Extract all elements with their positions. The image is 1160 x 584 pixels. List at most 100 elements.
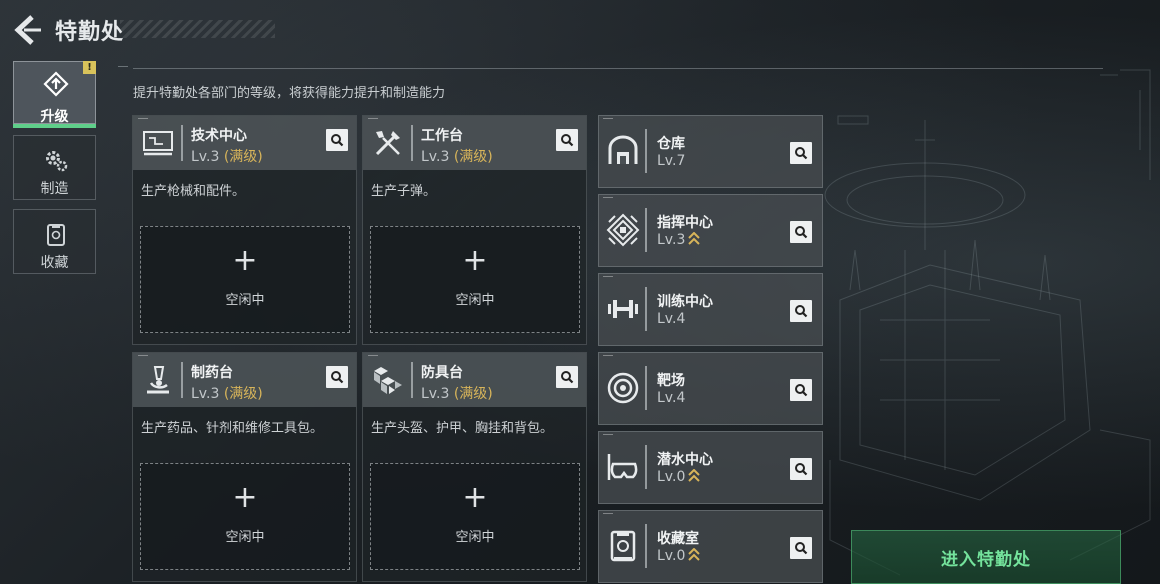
dumbbell-icon — [608, 300, 638, 318]
item-separator — [645, 366, 647, 410]
corner-mark — [368, 355, 378, 358]
production-slot[interactable]: + 空闲中 — [140, 463, 350, 570]
enter-button-label: 进入特勤处 — [941, 550, 1031, 570]
back-arrow-icon[interactable] — [12, 14, 42, 46]
max-level-tag: (满级) — [453, 386, 493, 402]
facility-name: 防具台 — [421, 365, 463, 381]
facility-card-header: 防具台 Lv.3 (满级) — [363, 353, 586, 407]
level-value: Lv.3 — [421, 149, 450, 165]
nav-label-craft: 制造 — [40, 181, 69, 197]
collection-icon — [47, 224, 65, 246]
facility-name: 制药台 — [191, 365, 233, 381]
target-icon — [607, 372, 639, 404]
nav-tab-collection[interactable]: 收藏 — [13, 209, 96, 274]
department-level: Lv.0 — [657, 469, 701, 485]
nav-label-collection: 收藏 — [40, 255, 69, 271]
department-item-shooting-range[interactable]: 靶场 Lv.4 — [598, 352, 823, 425]
department-name: 收藏室 — [657, 531, 699, 547]
search-icon[interactable] — [556, 129, 578, 151]
tools-icon — [375, 131, 400, 156]
enter-special-ops-button[interactable]: 进入特勤处 — [851, 530, 1121, 584]
facility-card-pharmacy: 制药台 Lv.3 (满级) 生产药品、针剂和维修工具包。 + 空闲中 — [132, 352, 357, 582]
search-icon[interactable] — [326, 366, 348, 388]
header-bar: 特勤处 — [0, 0, 1160, 60]
facility-card-header: 工作台 Lv.3 (满级) — [363, 116, 586, 170]
department-level: Lv.4 — [657, 311, 686, 327]
card-separator — [181, 362, 183, 398]
max-level-tag: (满级) — [223, 386, 263, 402]
department-item-diving-center[interactable]: 潜水中心 Lv.0 — [598, 431, 823, 504]
corner-mark — [603, 513, 613, 514]
upgrade-available-icon — [688, 548, 701, 561]
armor-icon — [374, 367, 402, 394]
title-decoration — [120, 20, 275, 38]
facility-level: Lv.3 (满级) — [421, 146, 493, 166]
plus-icon: + — [462, 480, 488, 515]
search-icon[interactable] — [556, 366, 578, 388]
search-icon[interactable] — [790, 458, 812, 480]
plus-icon: + — [232, 243, 258, 278]
production-slot[interactable]: + 空闲中 — [140, 226, 350, 333]
slot-status: 空闲中 — [455, 293, 495, 308]
search-icon[interactable] — [790, 379, 812, 401]
facility-card-workbench: 工作台 Lv.3 (满级) 生产子弹。 + 空闲中 — [362, 115, 587, 345]
department-level: Lv.3 — [657, 232, 701, 248]
nav-active-indicator — [13, 124, 96, 128]
nav-tab-craft[interactable]: 制造 — [13, 135, 96, 200]
item-separator — [645, 287, 647, 331]
department-item-collection-room[interactable]: 收藏室 Lv.0 — [598, 510, 823, 583]
slot-status: 空闲中 — [225, 293, 265, 308]
production-slot[interactable]: + 空闲中 — [370, 463, 580, 570]
corner-mark — [603, 276, 613, 277]
facility-card-tech-center: 技术中心 Lv.3 (满级) 生产枪械和配件。 + 空闲中 — [132, 115, 357, 345]
facility-name: 工作台 — [421, 128, 463, 144]
department-name: 靶场 — [657, 373, 685, 389]
section-description: 提升特勤处各部门的等级，将获得能力提升和制造能力 — [133, 86, 446, 101]
department-item-command-center[interactable]: 指挥中心 Lv.3 — [598, 194, 823, 267]
corner-mark — [138, 118, 148, 121]
department-level: Lv.7 — [657, 153, 686, 169]
facility-card-armor-bench: 防具台 Lv.3 (满级) 生产头盔、护甲、胸挂和背包。 + 空闲中 — [362, 352, 587, 582]
level-value: Lv.3 — [421, 386, 450, 402]
production-slot[interactable]: + 空闲中 — [370, 226, 580, 333]
computer-icon — [143, 131, 173, 156]
max-level-tag: (满级) — [223, 149, 263, 165]
corner-mark — [603, 434, 613, 435]
diving-mask-icon — [607, 454, 638, 480]
divider-tick — [118, 66, 128, 70]
plus-icon: + — [232, 480, 258, 515]
card-separator — [411, 125, 413, 161]
command-icon — [606, 213, 640, 247]
facility-card-header: 技术中心 Lv.3 (满级) — [133, 116, 356, 170]
corner-mark — [603, 118, 613, 119]
gear-icon — [46, 151, 68, 172]
search-icon[interactable] — [790, 300, 812, 322]
search-icon[interactable] — [790, 142, 812, 164]
department-item-training-center[interactable]: 训练中心 Lv.4 — [598, 273, 823, 346]
microscope-icon — [147, 366, 169, 394]
item-separator — [645, 129, 647, 173]
level-value: Lv.0 — [657, 469, 686, 485]
department-name: 仓库 — [657, 136, 685, 152]
department-level: Lv.0 — [657, 548, 701, 564]
slot-status: 空闲中 — [455, 530, 495, 545]
level-value: Lv.3 — [657, 232, 686, 248]
card-separator — [411, 362, 413, 398]
corner-mark — [368, 118, 378, 121]
top-divider — [133, 68, 1103, 69]
max-level-tag: (满级) — [453, 149, 493, 165]
slot-status: 空闲中 — [225, 530, 265, 545]
department-level: Lv.4 — [657, 390, 686, 406]
search-icon[interactable] — [326, 129, 348, 151]
card-separator — [181, 125, 183, 161]
department-name: 训练中心 — [657, 294, 713, 310]
level-value: Lv.0 — [657, 548, 686, 564]
department-name: 潜水中心 — [657, 452, 713, 468]
nav-label-upgrade: 升级 — [40, 109, 69, 125]
level-value: Lv.3 — [191, 149, 220, 165]
search-icon[interactable] — [790, 537, 812, 559]
facility-level: Lv.3 (满级) — [191, 146, 263, 166]
search-icon[interactable] — [790, 221, 812, 243]
facility-description: 生产枪械和配件。 — [141, 184, 246, 199]
department-item-warehouse[interactable]: 仓库 Lv.7 — [598, 115, 823, 188]
